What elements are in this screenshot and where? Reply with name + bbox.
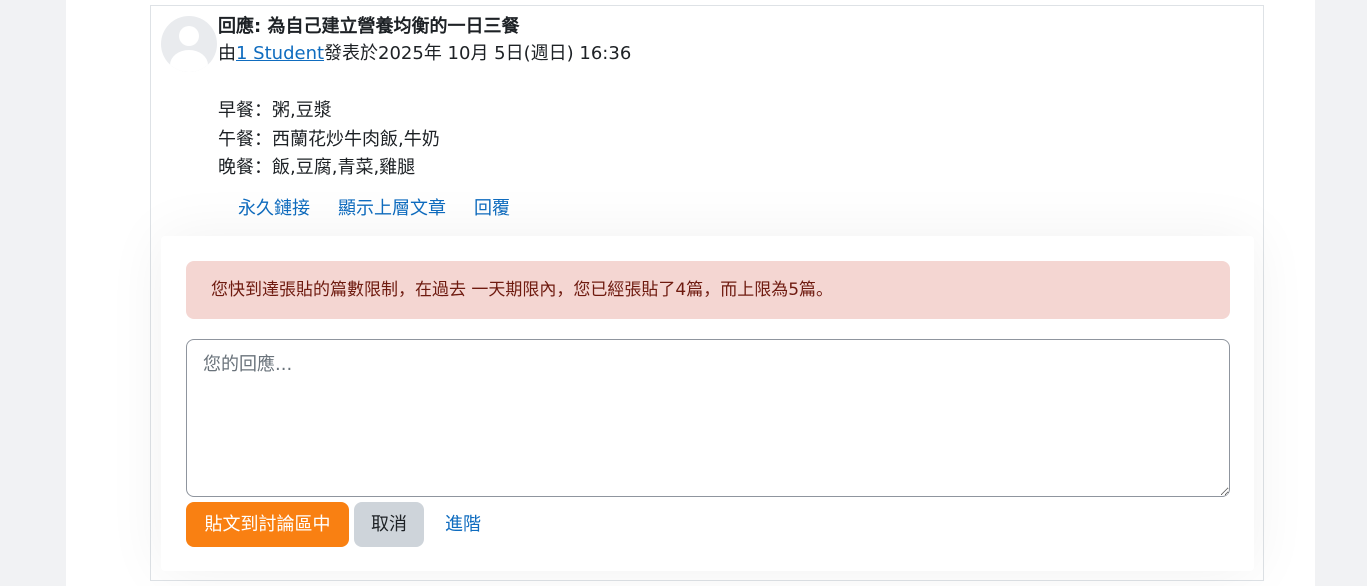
post-to-forum-button[interactable]: 貼文到討論區中: [186, 502, 349, 547]
advanced-link[interactable]: 進階: [445, 502, 481, 547]
post-body-line-dinner: 晚餐：飯,豆腐,青菜,雞腿: [218, 157, 416, 178]
post-body: 早餐：粥,豆漿 午餐：西蘭花炒牛肉飯,牛奶 晚餐：飯,豆腐,青菜,雞腿: [218, 97, 440, 183]
user-avatar-icon[interactable]: [161, 16, 217, 72]
reply-link[interactable]: 回覆: [474, 198, 510, 219]
post-body-line-breakfast: 早餐：粥,豆漿: [218, 100, 332, 121]
cancel-button[interactable]: 取消: [354, 502, 424, 547]
post-body-line-lunch: 午餐：西蘭花炒牛肉飯,牛奶: [218, 128, 440, 150]
avatar-shoulders-shape: [170, 50, 208, 72]
post-title: 回應: 為自己建立營養均衡的一日三餐: [218, 16, 520, 37]
reply-textarea[interactable]: [186, 339, 1230, 497]
author-link[interactable]: 1 Student: [236, 43, 324, 64]
show-parent-link[interactable]: 顯示上層文章: [338, 198, 446, 219]
post-date: 發表於2025年 10月 5日(週日) 16:36: [324, 43, 632, 64]
post-limit-warning-alert: 您快到達張貼的篇數限制，在過去 一天期限內，您已經張貼了4篇，而上限為5篇。: [186, 261, 1230, 319]
post-actions: 永久鏈接 顯示上層文章 回覆: [238, 196, 538, 222]
byline-prefix: 由: [218, 43, 236, 64]
avatar-head-shape: [179, 26, 199, 46]
post-byline: 由1 Student發表於2025年 10月 5日(週日) 16:36: [218, 41, 631, 67]
permalink-link[interactable]: 永久鏈接: [238, 198, 310, 219]
